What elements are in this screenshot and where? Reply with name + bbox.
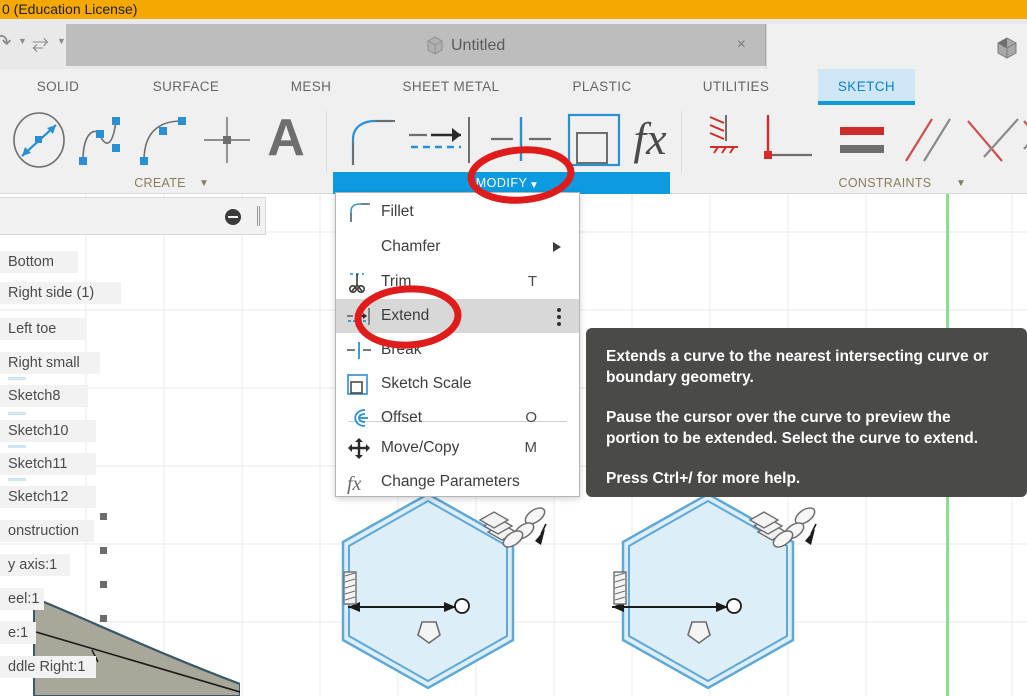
- menu-item-offset[interactable]: Offset O: [336, 401, 579, 435]
- panel-constraints: CONSTRAINTS ▼: [690, 105, 1027, 194]
- menu-item-trim[interactable]: Trim T: [336, 265, 579, 299]
- menu-item-label: Fillet: [381, 203, 414, 220]
- ribbon-panels: A CREATE ▼ fx MODIFY ▼ CONSTRAINTS ▼: [0, 105, 1027, 194]
- panel-constraints-title[interactable]: CONSTRAINTS: [790, 176, 980, 190]
- menu-item-extend[interactable]: Extend: [336, 299, 579, 333]
- break-icon[interactable]: [485, 109, 557, 171]
- menu-item-shortcut: T: [527, 273, 537, 290]
- constraints-chevron-down-icon[interactable]: ▼: [956, 178, 966, 189]
- modify-chevron-down-icon[interactable]: ▼: [529, 180, 539, 191]
- menu-item-label: Chamfer: [381, 238, 441, 255]
- fillet-icon: [346, 201, 372, 224]
- document-tab-label: Untitled: [451, 37, 506, 54]
- tangent-icon[interactable]: [962, 109, 1024, 171]
- panel-divider-1: [326, 111, 327, 173]
- ribbon-tab-sheet-metal[interactable]: SHEET METAL: [385, 69, 517, 105]
- break-icon: [346, 339, 372, 362]
- menu-item-label: Sketch Scale: [381, 375, 472, 392]
- cube-icon: [427, 36, 443, 55]
- education-license-banner: 0 (Education License): [0, 0, 1027, 19]
- sketch-scale-icon: [346, 373, 372, 396]
- offset-icon: [346, 407, 372, 430]
- panel-create-title[interactable]: CREATE: [0, 176, 320, 190]
- redo-icon[interactable]: ⥂: [32, 32, 49, 53]
- tooltip-line-1: Extends a curve to the nearest intersect…: [606, 348, 989, 386]
- tooltip-line-2: Pause the cursor over the curve to previ…: [606, 409, 979, 447]
- menu-item-move-copy[interactable]: Move/Copy M: [336, 431, 579, 465]
- menu-item-shortcut: O: [525, 409, 537, 426]
- menu-item-label: Break: [381, 341, 422, 358]
- panel-modify: fx MODIFY ▼: [333, 105, 670, 194]
- title-bar-right-area: [766, 24, 1027, 69]
- menu-item-label: Extend: [381, 307, 430, 324]
- change-parameters-icon: fx: [346, 471, 372, 495]
- undo-icon[interactable]: ↷: [0, 32, 12, 53]
- ribbon-tab-plastic[interactable]: PLASTIC: [560, 69, 644, 105]
- menu-item-break[interactable]: Break: [336, 333, 579, 367]
- ribbon-tab-bar: SOLID SURFACE MESH SHEET METAL PLASTIC UTILIT…: [0, 69, 1027, 105]
- extend-icon: [346, 305, 372, 328]
- move-copy-icon: [346, 437, 372, 460]
- chamfer-icon: [346, 236, 372, 259]
- ribbon-tab-utilities[interactable]: UTILITIES: [690, 69, 782, 105]
- menu-item-change-parameters[interactable]: fx Change Parameters: [336, 465, 579, 499]
- menu-item-shortcut: M: [524, 439, 538, 456]
- ribbon-tab-mesh[interactable]: MESH: [275, 69, 347, 105]
- change-parameters-icon[interactable]: fx: [629, 109, 671, 171]
- equal-icon[interactable]: [832, 109, 894, 171]
- point-icon[interactable]: [196, 109, 258, 171]
- submenu-arrow-icon[interactable]: [553, 242, 561, 252]
- view-cube-icon[interactable]: [995, 36, 1019, 60]
- close-icon[interactable]: ×: [737, 35, 746, 55]
- menu-item-label: Change Parameters: [381, 473, 520, 490]
- overflow-kebab-icon[interactable]: [557, 308, 561, 326]
- symmetry-icon[interactable]: [1022, 109, 1027, 171]
- fix-unfix-icon[interactable]: [698, 109, 750, 171]
- document-tab-untitled[interactable]: Untitled ×: [66, 24, 766, 66]
- parallel-icon[interactable]: [898, 109, 960, 171]
- menu-item-sketch-scale[interactable]: Sketch Scale: [336, 367, 579, 401]
- ribbon-tab-sketch[interactable]: SKETCH: [818, 69, 915, 105]
- menu-item-fillet[interactable]: Fillet: [336, 195, 579, 229]
- perpendicular-icon[interactable]: [754, 109, 824, 171]
- navigation-icons: ↷ ▼ ⥂ ▼: [0, 19, 66, 69]
- redo-chevron-down-icon[interactable]: ▼: [57, 37, 66, 46]
- svg-text:fx: fx: [347, 473, 362, 494]
- undo-chevron-down-icon[interactable]: ▼: [18, 37, 27, 46]
- extend-tooltip: Extends a curve to the nearest intersect…: [586, 328, 1027, 497]
- document-tab-strip: Untitled ×: [66, 24, 766, 66]
- menu-item-label: Trim: [381, 273, 412, 290]
- panel-modify-title[interactable]: MODIFY: [333, 172, 670, 194]
- fillet-icon[interactable]: [339, 109, 401, 171]
- panel-create: A CREATE ▼: [0, 105, 320, 194]
- tooltip-line-3: Press Ctrl+/ for more help.: [606, 470, 801, 487]
- ribbon-tab-solid[interactable]: SOLID: [18, 69, 98, 105]
- create-chevron-down-icon[interactable]: ▼: [199, 178, 209, 189]
- sketch-scale-icon[interactable]: [561, 109, 627, 171]
- extend-icon[interactable]: [405, 109, 481, 171]
- menu-item-chamfer[interactable]: Chamfer: [336, 230, 579, 264]
- modify-dropdown-menu: Fillet Chamfer Trim T Extend Break Sketch Scal…: [335, 192, 580, 497]
- title-bar: ↷ ▼ ⥂ ▼ Untitled ×: [0, 19, 1027, 69]
- text-icon[interactable]: A: [258, 109, 314, 171]
- model-body[interactable]: [0, 588, 240, 696]
- arc-icon[interactable]: [132, 109, 194, 171]
- ribbon-tab-surface[interactable]: SURFACE: [140, 69, 232, 105]
- menu-item-label: Offset: [381, 409, 423, 426]
- circle-diameter-icon[interactable]: [8, 109, 70, 171]
- trim-scissors-icon: [346, 271, 372, 294]
- ribbon: SOLID SURFACE MESH SHEET METAL PLASTIC UTILIT…: [0, 69, 1027, 194]
- menu-item-label: Move/Copy: [381, 439, 460, 456]
- panel-divider-2: [681, 111, 682, 173]
- spline-icon[interactable]: [74, 109, 130, 171]
